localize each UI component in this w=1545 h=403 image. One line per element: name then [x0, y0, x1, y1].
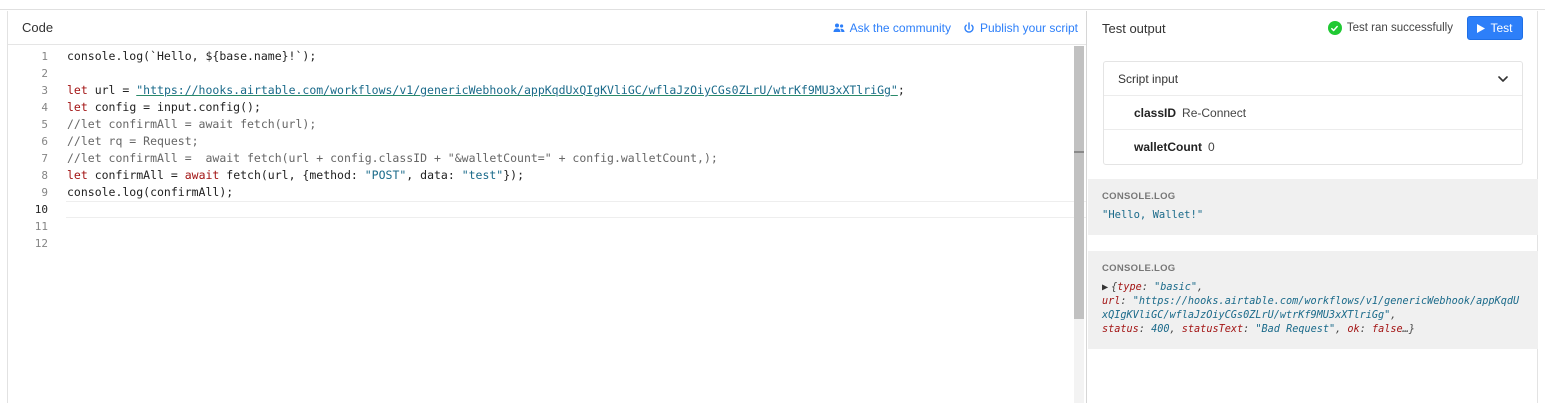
- obj-key: url: [1102, 296, 1121, 307]
- code-token: confirmAll =: [87, 168, 185, 182]
- line-number: 2: [41, 67, 48, 80]
- console-log-label: CONSOLE.LOG: [1102, 191, 1176, 202]
- top-bar: [0, 0, 1545, 10]
- console-log-text: "Hello, Wallet!": [1102, 209, 1204, 221]
- status-text: Test ran successfully: [1346, 22, 1453, 34]
- url-string-token[interactable]: "https://hooks.airtable.com/workflows/v1…: [136, 83, 898, 97]
- obj-key: status: [1102, 324, 1139, 335]
- obj-key: ok: [1347, 324, 1360, 335]
- editor-scrollbar-thumb[interactable]: [1074, 46, 1084, 319]
- code-header: Code Ask the community Publish your scri…: [8, 11, 1086, 45]
- code-lines[interactable]: console.log(`Hello, ${base.name}!`); let…: [66, 46, 1086, 252]
- publish-script-label: Publish your script: [979, 20, 1078, 35]
- output-header: Test output Test ran successfully Test: [1088, 11, 1537, 45]
- code-token: fetch(url, {method:: [219, 168, 365, 182]
- check-circle-icon: [1327, 21, 1342, 35]
- code-token: });: [503, 168, 525, 182]
- script-input-row: classID Re-Connect: [1104, 96, 1522, 130]
- ask-community-link[interactable]: Ask the community: [833, 21, 951, 35]
- line-number: 4: [41, 101, 48, 114]
- console-log-entry: CONSOLE.LOG ▶ {type: "basic", url: "https…: [1088, 251, 1538, 349]
- code-line-9[interactable]: console.log(confirmAll);: [67, 184, 1072, 201]
- code-line-7[interactable]: //let confirmAll = await fetch(url + con…: [67, 150, 1072, 167]
- editor-scrollbar[interactable]: [1074, 46, 1084, 403]
- script-input-row: walletCount 0: [1104, 130, 1522, 164]
- keyword-token: let: [67, 100, 88, 114]
- code-line-4[interactable]: let config = input.config();: [67, 99, 1072, 116]
- string-token: "test": [461, 168, 504, 182]
- console-log-object[interactable]: ▶ {type: "basic", url: "https://hooks.air…: [1102, 281, 1524, 337]
- code-line-2[interactable]: [67, 65, 1072, 82]
- line-number: 1: [41, 50, 48, 63]
- publish-icon: [964, 21, 974, 33]
- input-key: walletCount: [1134, 140, 1202, 154]
- script-input-title: Script input: [1118, 71, 1179, 86]
- ask-community-label: Ask the community: [849, 20, 951, 35]
- code-panel: Code Ask the community Publish your scri…: [7, 11, 1087, 403]
- code-header-actions: Ask the community Publish your script: [833, 21, 1078, 35]
- line-number: 12: [34, 237, 48, 250]
- console-log-entry: CONSOLE.LOG "Hello, Wallet!": [1088, 179, 1538, 235]
- line-number: 9: [41, 186, 48, 199]
- script-input-panel: Script input classID Re-Connect walletCo…: [1103, 61, 1523, 165]
- code-line-6[interactable]: //let rq = Request;: [67, 133, 1072, 150]
- play-icon: [1477, 23, 1486, 33]
- line-number: 5: [41, 118, 48, 131]
- obj-value: "Bad Request": [1255, 324, 1336, 335]
- code-token: ;: [897, 83, 905, 97]
- console-log-label: CONSOLE.LOG: [1102, 263, 1176, 274]
- obj-key: type: [1117, 282, 1142, 293]
- test-output-panel: Test output Test ran successfully Test S…: [1088, 11, 1538, 403]
- status-badge: Test ran successfully: [1327, 21, 1453, 35]
- line-number: 3: [41, 84, 48, 97]
- keyword-token: let: [67, 168, 88, 182]
- output-panel-title: Test output: [1102, 20, 1166, 36]
- scrollbar-cursor-marker: [1074, 151, 1084, 153]
- people-icon: [833, 23, 845, 32]
- code-panel-title: Code: [22, 20, 54, 35]
- line-number: 6: [41, 135, 48, 148]
- line-number: 8: [41, 169, 48, 182]
- chevron-down-icon[interactable]: [1498, 70, 1508, 88]
- publish-script-link[interactable]: Publish your script: [963, 21, 1078, 35]
- script-input-header[interactable]: Script input: [1104, 62, 1522, 96]
- obj-value: false: [1371, 324, 1403, 335]
- code-editor[interactable]: 1 2 3 4 5 6 7 8 9 10 11 12 console.log(`…: [8, 46, 1086, 403]
- line-number-active: 10: [34, 203, 48, 216]
- code-line-5[interactable]: //let confirmAll = await fetch(url);: [67, 116, 1072, 133]
- obj-value: "basic": [1154, 282, 1198, 293]
- obj-tail: …}: [1402, 324, 1415, 335]
- code-token: , data:: [406, 168, 462, 182]
- obj-value: 400: [1151, 324, 1170, 335]
- test-button-label: Test: [1490, 21, 1513, 35]
- line-number: 7: [41, 152, 48, 165]
- code-line-8[interactable]: let confirmAll = await fetch(url, {metho…: [67, 167, 1072, 184]
- input-key: classID: [1134, 105, 1177, 120]
- string-token: "POST": [364, 168, 407, 182]
- keyword-token: let: [67, 83, 88, 97]
- keyword-token: await: [184, 168, 220, 182]
- test-button[interactable]: Test: [1467, 16, 1523, 40]
- obj-key: statusText: [1181, 324, 1244, 335]
- input-value: Re-Connect: [1182, 105, 1247, 120]
- input-value: 0: [1208, 140, 1215, 154]
- expand-triangle-icon[interactable]: ▶: [1102, 282, 1108, 293]
- code-line-12[interactable]: [67, 235, 1072, 252]
- line-number-gutter: 1 2 3 4 5 6 7 8 9 10 11 12: [8, 46, 48, 252]
- code-token: config = input.config();: [87, 100, 261, 114]
- code-token: url =: [87, 83, 137, 97]
- code-line-1[interactable]: console.log(`Hello, ${base.name}!`);: [67, 48, 1072, 65]
- code-line-10-active[interactable]: [66, 201, 1086, 218]
- output-header-actions: Test ran successfully Test: [1327, 16, 1523, 40]
- obj-value: "https://hooks.airtable.com/workflows/v1…: [1102, 296, 1520, 321]
- code-line-3[interactable]: let url = "https://hooks.airtable.com/wo…: [67, 82, 1072, 99]
- code-line-11[interactable]: [67, 218, 1072, 235]
- line-number: 11: [34, 220, 48, 233]
